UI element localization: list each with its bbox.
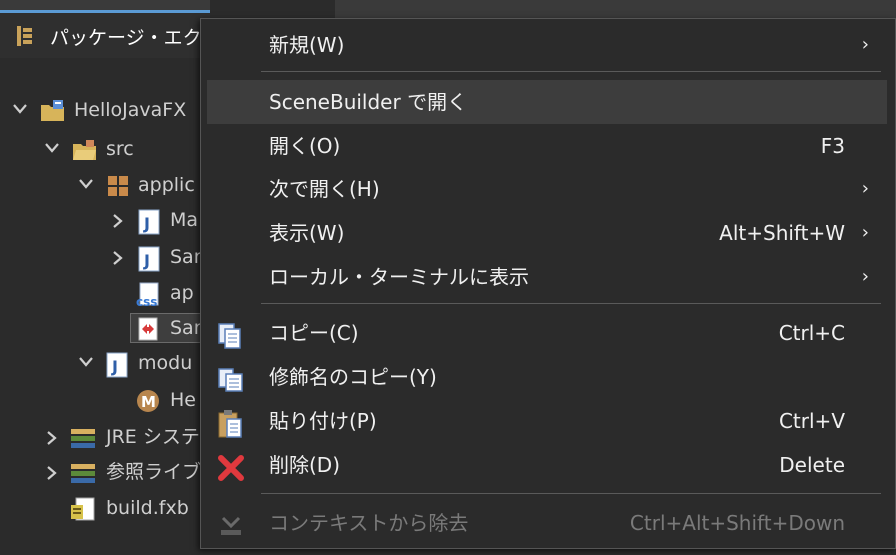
tree-item-label: src xyxy=(106,138,134,160)
tree-item-label: Sar xyxy=(170,246,202,268)
shortcut-label: Alt+Shift+W xyxy=(719,221,845,245)
menu-item-label: 次で開く(H) xyxy=(269,177,380,201)
svg-text:css: css xyxy=(136,295,157,308)
css-file-icon: css xyxy=(136,282,160,309)
shortcut-label: Delete xyxy=(779,453,845,477)
menu-item-paste[interactable]: 貼り付け(P) Ctrl+V xyxy=(207,399,887,443)
tree-item-label: Ma xyxy=(170,209,199,231)
tab-title: パッケージ・エクス xyxy=(50,27,221,49)
menu-item-label: 削除(D) xyxy=(269,453,341,477)
menu-item-label: 貼り付け(P) xyxy=(269,409,377,433)
shortcut-label: Ctrl+Alt+Shift+Down xyxy=(629,511,845,535)
view-tab-bar: パッケージ・エクス xyxy=(0,0,220,59)
submenu-arrow-icon: › xyxy=(861,222,869,243)
svg-text:J: J xyxy=(143,251,150,270)
shortcut-label: Ctrl+V xyxy=(778,409,845,433)
svg-text:J: J xyxy=(111,357,118,376)
chevron-down-icon[interactable] xyxy=(76,346,96,380)
svg-text:M: M xyxy=(141,393,156,411)
remove-from-context-icon xyxy=(217,511,243,537)
menu-item-copy[interactable]: コピー(C) Ctrl+C xyxy=(207,311,887,355)
library-icon xyxy=(70,461,95,485)
menu-item-label: ローカル・ターミナルに表示 xyxy=(269,265,529,289)
chevron-right-icon[interactable] xyxy=(110,240,130,274)
delete-icon xyxy=(217,453,244,481)
menu-separator xyxy=(261,493,881,494)
menu-item-delete[interactable]: 削除(D) Delete xyxy=(207,443,887,487)
editor-tab-area xyxy=(335,0,896,18)
chevron-down-icon[interactable] xyxy=(10,93,30,127)
copy-qualified-name-icon xyxy=(217,365,243,392)
menu-item-label: コピー(C) xyxy=(269,321,359,345)
view-toolbar xyxy=(0,58,210,90)
tree-item-label: modu xyxy=(138,352,193,374)
menu-item-new[interactable]: 新規(W) › xyxy=(207,23,887,67)
java-file-icon: J xyxy=(138,246,162,272)
tree-item-label: applic xyxy=(138,174,195,196)
context-menu: 新規(W) › SceneBuilder で開く 開く(O) F3 次で開く(H… xyxy=(200,18,896,549)
paste-icon xyxy=(217,409,243,438)
chevron-right-icon[interactable] xyxy=(44,455,64,489)
source-folder-icon xyxy=(72,138,96,162)
tree-item-label: HelloJavaFX xyxy=(74,99,187,121)
menu-item-show-in[interactable]: 表示(W) Alt+Shift+W › xyxy=(207,211,887,255)
chevron-down-icon[interactable] xyxy=(76,168,96,202)
menu-item-label: 開く(O) xyxy=(269,134,341,158)
tree-item-label: He xyxy=(170,389,196,411)
menu-separator xyxy=(261,303,881,304)
submenu-arrow-icon: › xyxy=(861,178,869,199)
tree-item-label: Sar xyxy=(170,317,202,339)
menu-item-label: 修飾名のコピー(Y) xyxy=(269,365,437,389)
package-explorer-icon xyxy=(16,25,34,46)
library-icon xyxy=(70,426,95,450)
menu-item-label: 新規(W) xyxy=(269,33,345,57)
project-icon xyxy=(40,99,64,123)
chevron-right-icon[interactable] xyxy=(110,203,130,237)
menu-item-open[interactable]: 開く(O) F3 xyxy=(207,124,887,168)
chevron-down-icon[interactable] xyxy=(42,132,62,166)
menu-item-copy-qualified-name[interactable]: 修飾名のコピー(Y) xyxy=(207,355,887,399)
menu-item-label: 表示(W) xyxy=(269,221,345,245)
fxml-file-icon xyxy=(136,317,160,341)
package-icon xyxy=(106,174,130,198)
copy-icon xyxy=(217,321,243,349)
shortcut-label: F3 xyxy=(820,134,845,158)
svg-text:J: J xyxy=(143,214,150,233)
menu-separator xyxy=(261,71,881,72)
java-file-icon: J xyxy=(138,209,162,235)
menu-item-show-in-terminal[interactable]: ローカル・ターミナルに表示 › xyxy=(207,255,887,299)
module-icon: M xyxy=(136,389,160,413)
build-file-icon xyxy=(70,497,95,521)
chevron-right-icon[interactable] xyxy=(44,420,64,454)
tree-item-label: JRE システ xyxy=(106,426,200,448)
submenu-arrow-icon: › xyxy=(861,266,869,287)
submenu-arrow-icon: › xyxy=(861,34,869,55)
tree-item-label: build.fxb xyxy=(106,497,189,519)
tree-item-label: 参照ライブ xyxy=(106,461,202,483)
shortcut-label: Ctrl+C xyxy=(778,321,845,345)
menu-item-label: コンテキストから除去 xyxy=(269,511,469,535)
menu-item-remove-from-context[interactable]: コンテキストから除去 Ctrl+Alt+Shift+Down xyxy=(207,501,887,545)
menu-item-open-with[interactable]: 次で開く(H) › xyxy=(207,167,887,211)
tree-item-label: ap xyxy=(170,282,194,304)
package-explorer-tab[interactable]: パッケージ・エクス xyxy=(0,10,220,58)
java-file-icon: J xyxy=(106,352,130,378)
package-explorer: パッケージ・エクス HelloJavaFX src applic J Ma J … xyxy=(0,0,220,549)
menu-item-open-scenebuilder[interactable]: SceneBuilder で開く xyxy=(207,80,887,124)
menu-item-label: SceneBuilder で開く xyxy=(269,90,468,114)
